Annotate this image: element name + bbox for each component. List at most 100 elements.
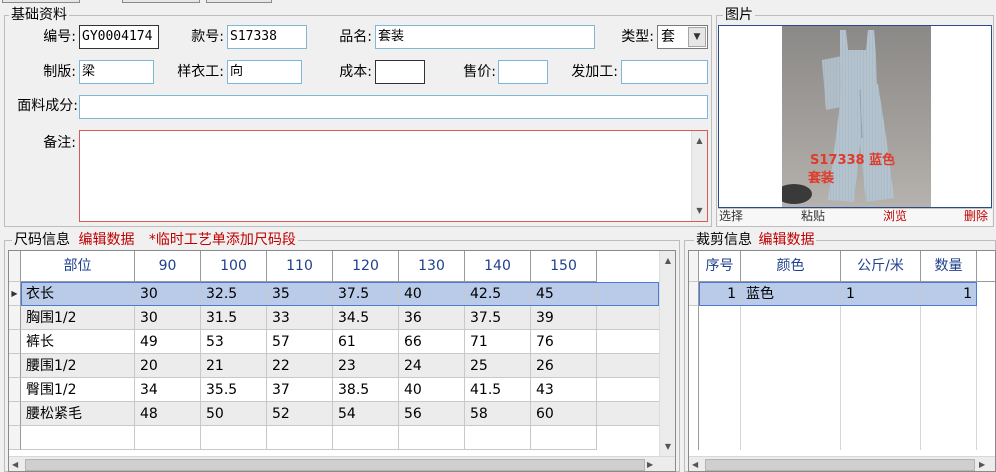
cut-qty-cell[interactable]: 1: [921, 282, 977, 306]
size-value-cell[interactable]: 48: [135, 402, 201, 426]
row-indicator[interactable]: [9, 402, 21, 426]
size-value-cell[interactable]: 35.5: [201, 378, 267, 402]
size-value-cell[interactable]: 58: [465, 402, 531, 426]
size-col-header[interactable]: 110: [267, 251, 333, 282]
size-part-cell[interactable]: 腰围1/2: [21, 354, 135, 378]
cut-seq-cell[interactable]: 1: [699, 282, 741, 306]
size-value-cell[interactable]: 30: [135, 282, 201, 306]
cut-col-header[interactable]: 颜色: [741, 251, 841, 282]
size-value-cell[interactable]: 53: [201, 330, 267, 354]
size-hscroll-thumb[interactable]: [25, 459, 645, 471]
delete-image-button[interactable]: 删除: [964, 209, 988, 223]
sample-worker-field[interactable]: 向: [227, 60, 302, 84]
size-value-cell[interactable]: 24: [399, 354, 465, 378]
type-select[interactable]: 套 ▼: [657, 25, 708, 49]
size-value-cell[interactable]: 41.5: [465, 378, 531, 402]
remark-scrollbar[interactable]: ▲ ▼: [691, 131, 707, 221]
size-value-cell[interactable]: 35: [267, 282, 333, 306]
size-value-cell[interactable]: 26: [531, 354, 597, 378]
top-toolbar-button-2[interactable]: [122, 0, 200, 3]
price-field[interactable]: [498, 60, 548, 84]
cut-col-header[interactable]: 数量: [921, 251, 977, 282]
scroll-left-icon[interactable]: ◀: [692, 457, 698, 471]
size-value-cell[interactable]: 37.5: [465, 306, 531, 330]
size-col-header[interactable]: 部位: [21, 251, 135, 282]
product-name-field[interactable]: 套装: [375, 25, 595, 49]
size-value-cell[interactable]: 39: [531, 306, 597, 330]
size-value-cell[interactable]: 45: [531, 282, 597, 306]
size-grid-hscrollbar[interactable]: ◀ ▶: [9, 456, 675, 471]
code-field[interactable]: GY0004174: [79, 25, 159, 49]
size-value-cell[interactable]: 34.5: [333, 306, 399, 330]
browse-image-button[interactable]: 浏览: [883, 209, 907, 223]
size-value-cell[interactable]: 49: [135, 330, 201, 354]
size-value-cell[interactable]: 40: [399, 378, 465, 402]
scroll-up-icon[interactable]: ▲: [692, 133, 707, 149]
select-image-button[interactable]: 选择: [719, 209, 743, 223]
row-indicator[interactable]: [9, 306, 21, 330]
size-value-cell[interactable]: 43: [531, 378, 597, 402]
cut-hscroll-thumb[interactable]: [705, 459, 975, 471]
row-indicator[interactable]: [9, 354, 21, 378]
size-col-header[interactable]: 130: [399, 251, 465, 282]
size-part-cell[interactable]: 衣长: [21, 282, 135, 306]
size-value-cell[interactable]: 71: [465, 330, 531, 354]
size-value-cell[interactable]: 38.5: [333, 378, 399, 402]
size-value-cell[interactable]: 37.5: [333, 282, 399, 306]
size-col-header[interactable]: 120: [333, 251, 399, 282]
size-col-header[interactable]: 140: [465, 251, 531, 282]
size-value-cell[interactable]: 66: [399, 330, 465, 354]
scroll-left-icon[interactable]: ◀: [12, 457, 18, 471]
size-value-cell[interactable]: 60: [531, 402, 597, 426]
size-value-cell[interactable]: 42.5: [465, 282, 531, 306]
row-indicator[interactable]: [9, 378, 21, 402]
size-value-cell[interactable]: 34: [135, 378, 201, 402]
scroll-right-icon[interactable]: ▶: [647, 457, 653, 471]
size-value-cell[interactable]: 56: [399, 402, 465, 426]
size-value-cell[interactable]: 52: [267, 402, 333, 426]
size-value-cell[interactable]: 36: [399, 306, 465, 330]
cost-field[interactable]: [375, 60, 425, 84]
size-value-cell[interactable]: 37: [267, 378, 333, 402]
fabric-field[interactable]: [79, 95, 708, 119]
size-part-cell[interactable]: 腰松紧毛: [21, 402, 135, 426]
row-indicator[interactable]: [9, 330, 21, 354]
top-toolbar-button-3[interactable]: [206, 0, 272, 3]
remark-field[interactable]: [79, 130, 708, 222]
size-value-cell[interactable]: 20: [135, 354, 201, 378]
size-part-cell[interactable]: 胸围1/2: [21, 306, 135, 330]
size-value-cell[interactable]: 23: [333, 354, 399, 378]
size-value-cell[interactable]: 54: [333, 402, 399, 426]
size-grid-vscrollbar[interactable]: ▲ ▼: [659, 251, 675, 457]
size-value-cell[interactable]: 22: [267, 354, 333, 378]
cut-edit-link[interactable]: 编辑数据: [758, 232, 814, 248]
scroll-up-icon[interactable]: ▲: [660, 253, 675, 269]
size-value-cell[interactable]: 40: [399, 282, 465, 306]
scroll-right-icon[interactable]: ▶: [979, 457, 985, 471]
cut-col-header[interactable]: 序号: [699, 251, 741, 282]
row-indicator[interactable]: [689, 282, 699, 306]
scroll-down-icon[interactable]: ▼: [692, 203, 707, 219]
top-toolbar-button-1[interactable]: [2, 0, 80, 3]
size-edit-link[interactable]: 编辑数据: [78, 232, 134, 248]
size-value-cell[interactable]: 21: [201, 354, 267, 378]
size-col-header[interactable]: 90: [135, 251, 201, 282]
size-value-cell[interactable]: 30: [135, 306, 201, 330]
cut-kg-cell[interactable]: 1: [841, 282, 921, 306]
size-col-header[interactable]: 100: [201, 251, 267, 282]
process-field[interactable]: [621, 60, 708, 84]
size-part-cell[interactable]: 臀围1/2: [21, 378, 135, 402]
paste-image-button[interactable]: 粘贴: [801, 209, 825, 223]
size-value-cell[interactable]: 32.5: [201, 282, 267, 306]
cut-grid-hscrollbar[interactable]: ◀ ▶: [689, 456, 995, 471]
style-no-field[interactable]: S17338: [227, 25, 307, 49]
size-value-cell[interactable]: 61: [333, 330, 399, 354]
cut-color-cell[interactable]: 蓝色: [741, 282, 841, 306]
size-value-cell[interactable]: 33: [267, 306, 333, 330]
size-value-cell[interactable]: 76: [531, 330, 597, 354]
pattern-maker-field[interactable]: 梁: [79, 60, 154, 84]
cut-col-header[interactable]: 公斤/米: [841, 251, 921, 282]
size-value-cell[interactable]: 57: [267, 330, 333, 354]
size-value-cell[interactable]: 50: [201, 402, 267, 426]
chevron-down-icon[interactable]: ▼: [688, 27, 706, 47]
